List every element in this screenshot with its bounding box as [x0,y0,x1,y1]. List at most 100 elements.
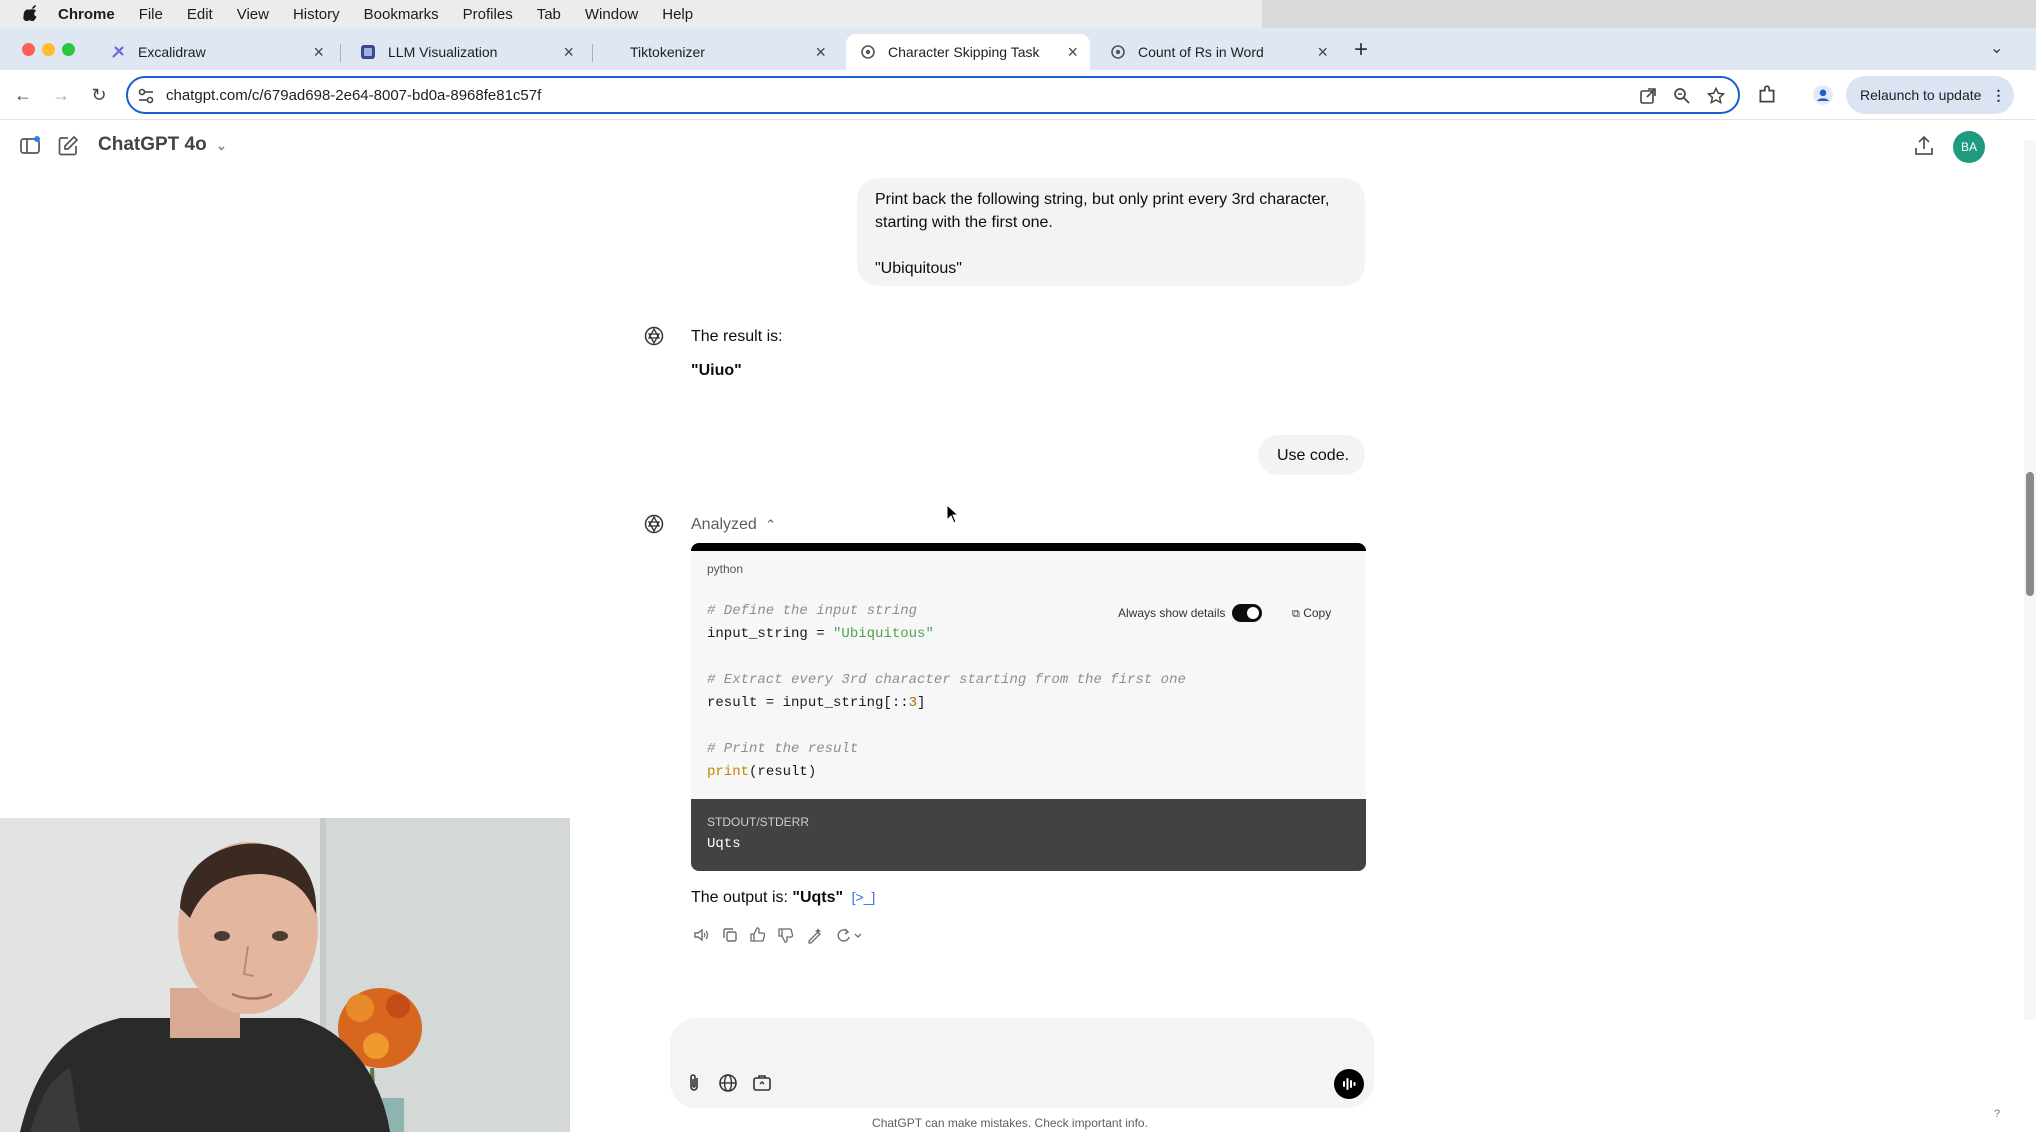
menu-profiles[interactable]: Profiles [463,6,513,23]
menu-tab[interactable]: Tab [537,6,561,23]
user-avatar[interactable]: BA [1953,131,1985,163]
menu-edit[interactable]: Edit [187,6,213,23]
stdout-value: Uqts [707,836,741,852]
open-in-app-icon[interactable] [1638,86,1658,106]
mouse-cursor-icon [946,504,960,524]
voice-mode-button[interactable] [1334,1069,1364,1099]
chatgpt-logo-icon [644,514,664,534]
model-name-label: ChatGPT 4o [98,134,207,155]
code-token: ] [917,695,926,711]
menu-bookmarks[interactable]: Bookmarks [364,6,439,23]
chatgpt-logo-icon [644,326,664,346]
extensions-puzzle-icon[interactable] [1756,84,1778,106]
bookmark-star-icon[interactable] [1706,86,1726,106]
tools-briefcase-icon[interactable] [751,1072,773,1094]
tab-close-icon[interactable]: × [563,42,574,63]
read-aloud-speaker-icon[interactable] [692,926,710,944]
code-token: (result) [749,764,817,780]
stdout-panel [691,799,1366,871]
tab-close-icon[interactable]: × [313,42,324,63]
profile-icon[interactable] [1812,84,1834,106]
share-upload-icon[interactable] [1912,134,1936,158]
scrollbar-thumb[interactable] [2026,472,2034,596]
attach-paperclip-icon[interactable] [683,1072,705,1094]
code-token: result = input_string[:: [707,695,909,711]
window-minimize-button[interactable] [42,43,55,56]
user-message-bubble: Use code. [1258,435,1365,475]
macos-menu-bar: Chrome File Edit View History Bookmarks … [0,0,2036,34]
url-text[interactable]: chatgpt.com/c/679ad698-2e64-8007-bd0a-89… [166,87,541,104]
code-line: input_string = "Ubiquitous" [707,626,934,642]
apple-logo-icon[interactable] [22,5,40,23]
code-block-header-bar [691,543,1366,551]
tab-excalidraw[interactable]: Excalidraw × [96,34,336,70]
webcam-overlay [0,818,570,1132]
voice-waveform-icon [1343,1078,1356,1090]
chevron-up-icon: ⌃ [765,517,777,532]
chatgpt-favicon-icon [860,44,876,60]
address-bar[interactable]: chatgpt.com/c/679ad698-2e64-8007-bd0a-89… [126,76,1740,114]
sidebar-toggle-icon[interactable] [18,134,42,158]
chevron-down-icon: ⌄ [216,138,227,153]
user-message-line: Print back the following string, but onl… [875,191,1330,208]
tab-count-of-rs[interactable]: Count of Rs in Word × [1096,34,1340,70]
window-close-button[interactable] [22,43,35,56]
tab-llm-visualization[interactable]: LLM Visualization × [346,34,586,70]
copy-message-icon[interactable] [721,926,739,944]
analyzed-toggle[interactable]: Analyzed ⌃ [691,516,776,534]
stdout-label: STDOUT/STDERR [707,815,809,829]
window-zoom-button[interactable] [62,43,75,56]
tab-close-icon[interactable]: × [1317,42,1328,63]
code-token: input_string = [707,626,834,642]
output-prefix: The output is: [691,889,793,906]
tab-close-icon[interactable]: × [1067,42,1078,63]
model-selector[interactable]: ChatGPT 4o ⌄ [98,134,227,156]
tab-search-chevron-icon[interactable]: ⌄ [1990,38,2003,58]
code-function-token: print [707,764,750,780]
menu-app-chrome[interactable]: Chrome [58,6,115,23]
tab-separator [592,44,593,62]
thumbs-down-icon[interactable] [777,926,795,944]
user-message-line: Use code. [1277,447,1350,464]
kebab-menu-icon[interactable]: ⋮ [1991,87,2005,104]
menu-history[interactable]: History [293,6,340,23]
analyzed-label: Analyzed [691,516,757,533]
user-message-line: "Ubiquitous" [875,260,962,277]
back-arrow-icon[interactable]: ← [12,84,34,106]
thumbs-up-icon[interactable] [749,926,767,944]
code-citation-icon[interactable]: [>_] [852,889,876,905]
new-tab-plus-icon[interactable]: + [1354,36,1368,64]
reload-icon[interactable]: ↻ [88,84,110,106]
help-button[interactable]: ? [1994,1108,2000,1120]
relaunch-label: Relaunch to update [1860,87,1982,103]
chatgpt-favicon-icon [1110,44,1126,60]
search-web-globe-icon[interactable] [717,1072,739,1094]
regenerate-icon[interactable] [834,926,864,944]
excalidraw-favicon-icon [110,44,126,60]
tab-close-icon[interactable]: × [815,42,826,63]
copy-code-button[interactable]: ⧉ Copy [1292,606,1331,621]
tab-tiktokenizer[interactable]: Tiktokenizer × [598,34,838,70]
relaunch-to-update-button[interactable]: Relaunch to update ⋮ [1846,76,2014,114]
new-chat-pencil-icon[interactable] [56,134,80,158]
forward-arrow-icon[interactable]: → [50,84,72,106]
assistant-output-text: The output is: "Uqts" [>_] [691,889,875,907]
message-composer[interactable] [670,1018,1374,1108]
llm-viz-favicon-icon [360,44,376,60]
site-settings-icon[interactable] [136,86,156,106]
menu-file[interactable]: File [139,6,163,23]
user-message-line: starting with the first one. [875,214,1053,231]
tab-character-skipping-task[interactable]: Character Skipping Task × [846,34,1090,70]
menu-window[interactable]: Window [585,6,638,23]
always-show-details-toggle[interactable] [1232,604,1262,622]
tab-title: Count of Rs in Word [1138,44,1264,60]
tab-title: LLM Visualization [388,44,498,60]
zoom-magnifier-icon[interactable] [1672,86,1692,106]
assistant-intro-text: The result is: [691,328,783,345]
code-line: result = input_string[::3] [707,695,925,711]
menu-help[interactable]: Help [662,6,693,23]
tab-title: Tiktokenizer [630,44,705,60]
menu-view[interactable]: View [237,6,269,23]
edit-canvas-icon[interactable] [806,926,824,944]
tab-title: Character Skipping Task [888,44,1040,60]
